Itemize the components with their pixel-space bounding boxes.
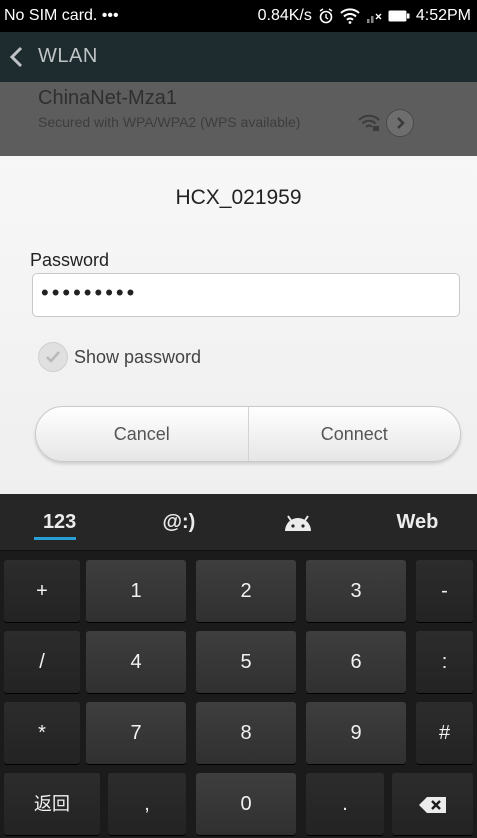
connect-button[interactable]: Connect — [249, 407, 461, 461]
key-plus[interactable]: + — [4, 560, 80, 622]
key-hash[interactable]: # — [416, 702, 473, 764]
wifi-password-dialog: HCX_021959 Password ••••••••• Show passw… — [0, 156, 477, 494]
signal-icon — [366, 8, 382, 24]
alarm-icon — [318, 8, 334, 24]
password-input[interactable]: ••••••••• — [32, 273, 460, 317]
key-return[interactable]: 返回 — [4, 773, 100, 835]
key-comma[interactable]: , — [108, 773, 186, 835]
keyboard: 123 @:) Web + 1 2 3 - / 4 5 6 : * 7 8 9 … — [0, 494, 477, 838]
network-security: Secured with WPA/WPA2 (WPS available) — [38, 114, 301, 130]
carrier-text: No SIM card. ••• — [4, 7, 119, 24]
key-minus[interactable]: - — [416, 560, 473, 622]
key-asterisk[interactable]: * — [4, 702, 80, 764]
key-8[interactable]: 8 — [196, 702, 296, 764]
tab-symbols[interactable]: @:) — [119, 494, 238, 550]
key-6[interactable]: 6 — [306, 631, 406, 693]
android-icon — [283, 511, 313, 533]
status-bar: No SIM card. ••• 0.84K/s 4:52PM — [0, 0, 477, 32]
backspace-key[interactable] — [392, 773, 473, 835]
checkmark-icon — [38, 342, 68, 372]
key-period[interactable]: . — [306, 773, 384, 835]
battery-icon — [388, 10, 410, 22]
tab-numbers[interactable]: 123 — [0, 494, 119, 550]
network-list-item[interactable]: ChinaNet-Mza1 Secured with WPA/WPA2 (WPS… — [0, 82, 477, 156]
chevron-left-icon[interactable] — [8, 46, 24, 74]
status-right: 0.84K/s 4:52PM — [258, 7, 471, 25]
page-title: WLAN — [38, 45, 98, 67]
dialog-title: HCX_021959 — [175, 186, 302, 209]
wifi-locked-icon — [358, 114, 380, 137]
show-password-label: Show password — [74, 346, 202, 367]
key-0[interactable]: 0 — [196, 773, 296, 835]
key-1[interactable]: 1 — [86, 560, 186, 622]
key-5[interactable]: 5 — [196, 631, 296, 693]
backspace-icon — [418, 793, 448, 815]
key-9[interactable]: 9 — [306, 702, 406, 764]
clock-time: 4:52PM — [415, 7, 471, 24]
cancel-button[interactable]: Cancel — [36, 407, 248, 461]
keyboard-mode-tabs: 123 @:) Web — [0, 494, 477, 551]
key-4[interactable]: 4 — [86, 631, 186, 693]
network-speed: 0.84K/s — [257, 7, 312, 24]
key-7[interactable]: 7 — [86, 702, 186, 764]
dialog-button-bar: Cancel Connect — [35, 406, 461, 462]
chevron-right-icon[interactable] — [386, 109, 414, 137]
key-colon[interactable]: : — [416, 631, 473, 693]
show-password-checkbox[interactable]: Show password — [38, 342, 201, 372]
key-2[interactable]: 2 — [196, 560, 296, 622]
wifi-icon — [340, 8, 360, 24]
password-label: Password — [30, 250, 110, 270]
action-bar: WLAN — [0, 32, 477, 82]
tab-emoji[interactable] — [239, 494, 358, 550]
key-3[interactable]: 3 — [306, 560, 406, 622]
key-slash[interactable]: / — [4, 631, 80, 693]
network-name: ChinaNet-Mza1 — [38, 87, 177, 109]
tab-web[interactable]: Web — [358, 494, 477, 550]
